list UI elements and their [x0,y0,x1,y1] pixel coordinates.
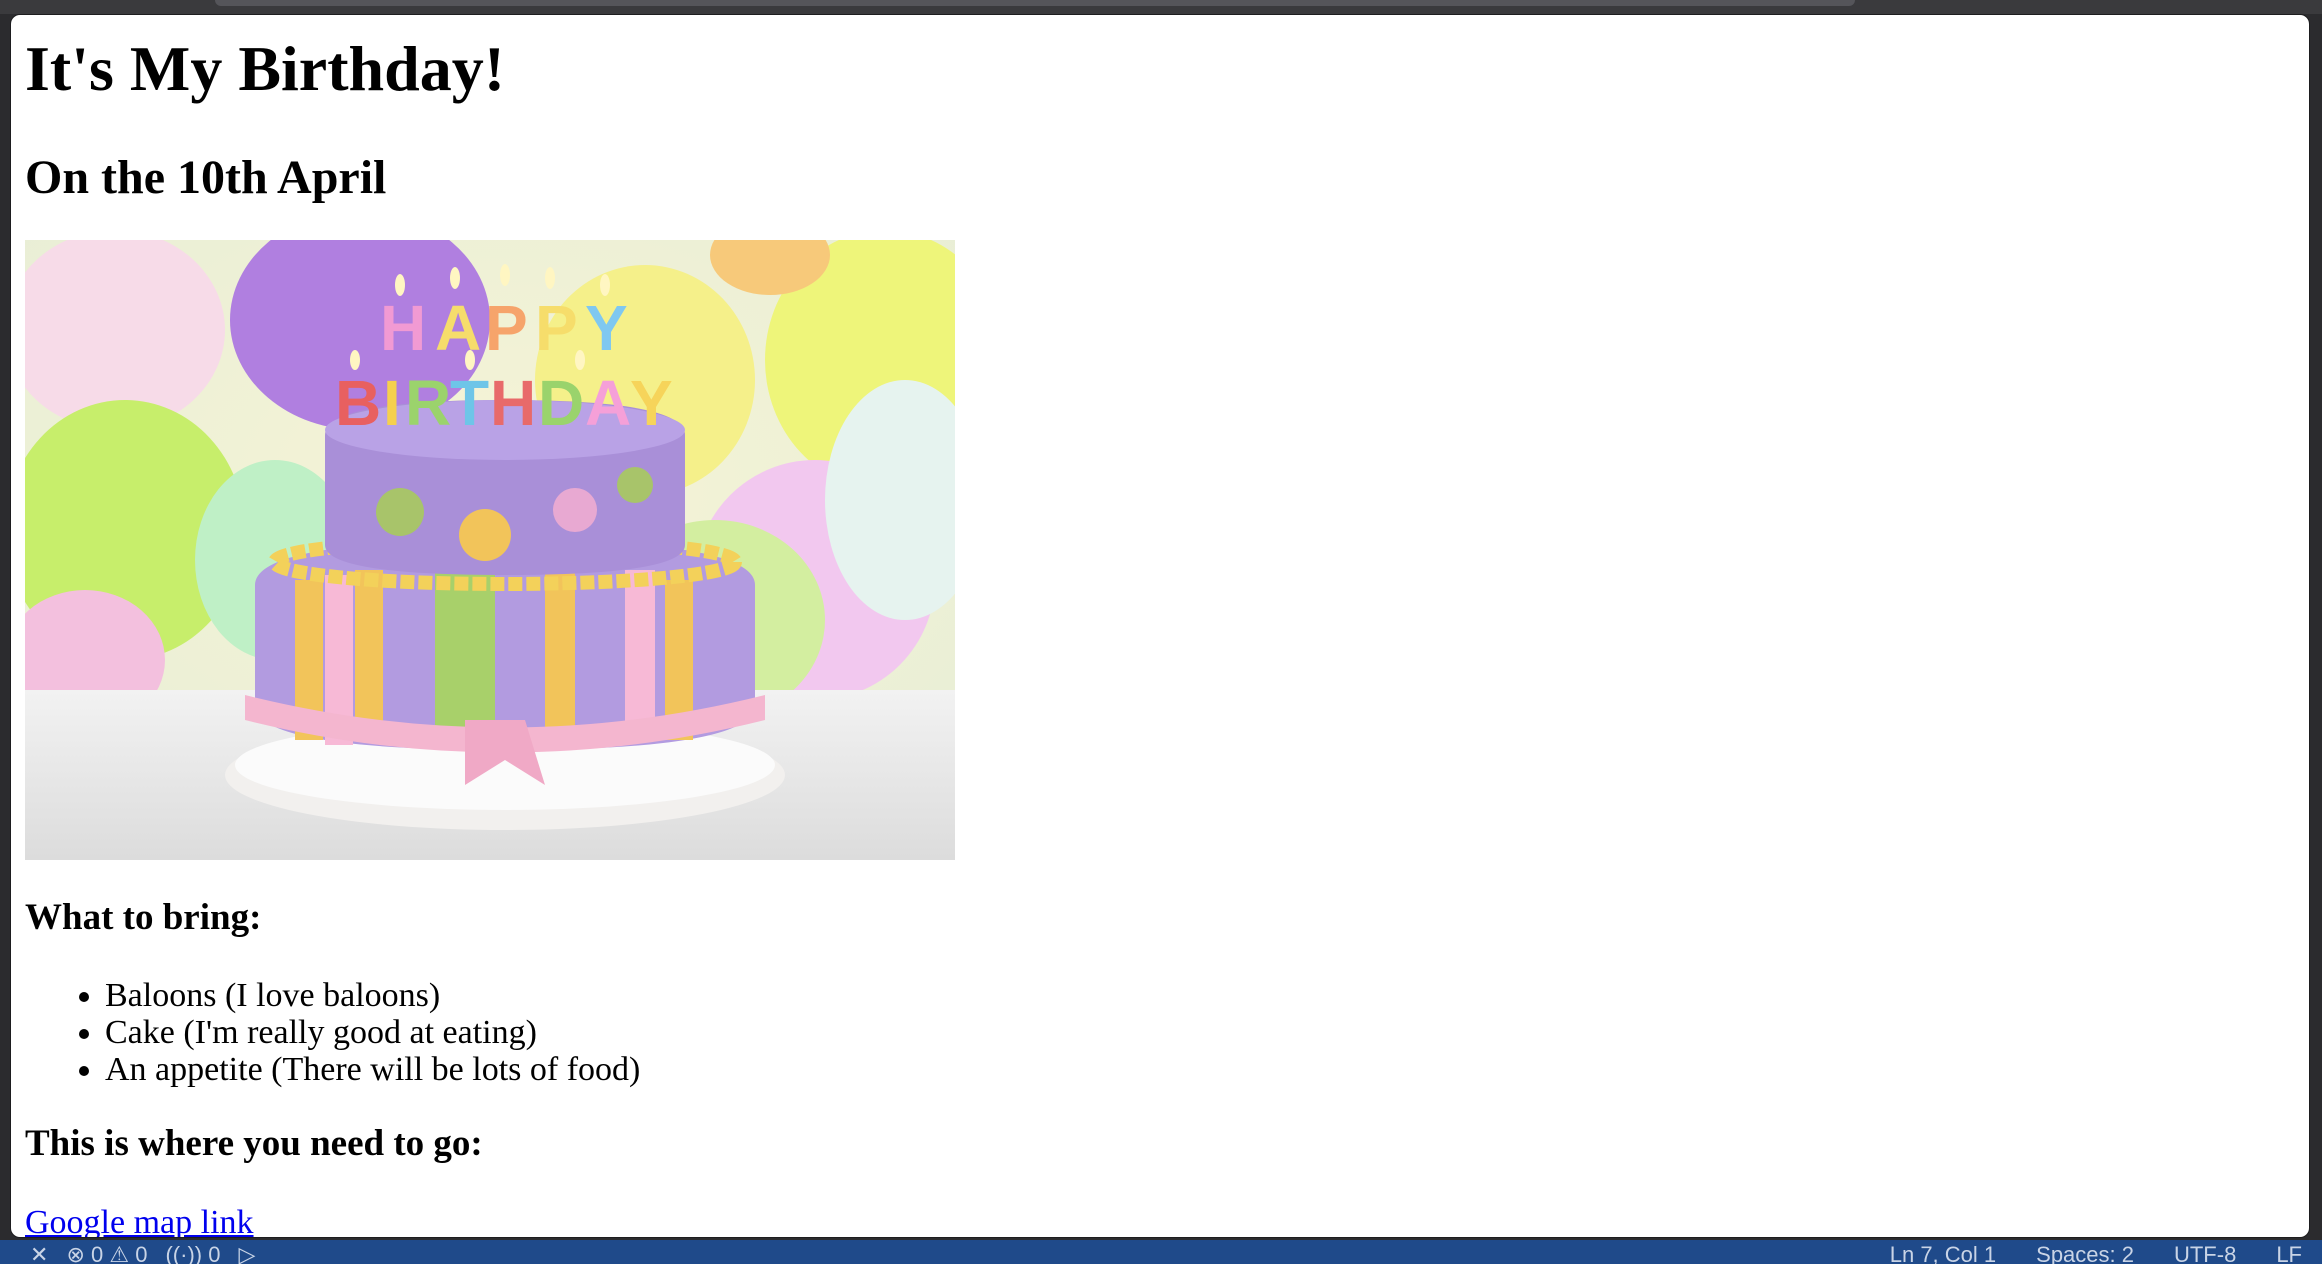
svg-text:T: T [450,367,489,439]
page-title: It's My Birthday! [25,33,505,104]
list-item: Baloons (I love baloons) [105,977,2295,1014]
top-tab-edge [215,0,1855,6]
svg-text:D: D [538,367,584,439]
page-content: It's My Birthday! On the 10th April H A … [25,15,2295,1237]
svg-text:H: H [380,292,426,364]
page-subtitle: On the 10th April [25,150,387,204]
status-bar-right: Ln 7, Col 1 Spaces: 2 UTF-8 LF [1890,1242,2302,1264]
list-item: Cake (I'm really good at eating) [105,1014,2295,1051]
where-to-go-heading: This is where you need to go: [25,1122,483,1164]
svg-text:B: B [335,367,381,439]
broadcast-icon: ((·)) [165,1242,203,1264]
list-item: An appetite (There will be lots of food) [105,1051,2295,1088]
ports-count: 0 [208,1242,221,1264]
svg-text:A: A [435,292,481,364]
line-ending[interactable]: LF [2276,1242,2302,1264]
svg-text:Y: Y [585,292,628,364]
run-icon[interactable]: ▷ [239,1242,256,1264]
birthday-cake-image: H A P P Y B I R T H D A Y [25,240,955,861]
svg-text:A: A [585,367,631,439]
svg-text:P: P [535,292,578,364]
window-top-strip [0,0,2322,14]
error-icon: ⊗ [66,1242,85,1264]
status-bar: ✕ ⊗ 0 ⚠ 0 ((·)) 0 ▷ Ln 7, Col 1 Spaces: … [0,1240,2322,1264]
errors-warnings[interactable]: ⊗ 0 ⚠ 0 [66,1242,147,1264]
status-bar-left: ✕ ⊗ 0 ⚠ 0 ((·)) 0 ▷ [30,1242,255,1264]
error-count: 0 [91,1242,104,1264]
cursor-position[interactable]: Ln 7, Col 1 [1890,1242,1996,1264]
ports[interactable]: ((·)) 0 [165,1242,220,1264]
svg-text:Y: Y [630,367,673,439]
what-to-bring-heading: What to bring: [25,897,262,939]
svg-text:P: P [485,292,528,364]
browser-preview-pane: It's My Birthday! On the 10th April H A … [10,14,2310,1238]
warning-count: 0 [135,1242,148,1264]
google-map-link[interactable]: Google map link [25,1203,254,1237]
remote-icon[interactable]: ✕ [30,1242,48,1264]
indentation[interactable]: Spaces: 2 [2036,1242,2134,1264]
svg-text:H: H [490,367,536,439]
svg-text:I: I [383,367,401,439]
bring-list: Baloons (I love baloons) Cake (I'm reall… [25,977,2295,1088]
encoding[interactable]: UTF-8 [2174,1242,2236,1264]
warning-icon: ⚠ [109,1242,130,1264]
svg-text:R: R [405,367,451,439]
